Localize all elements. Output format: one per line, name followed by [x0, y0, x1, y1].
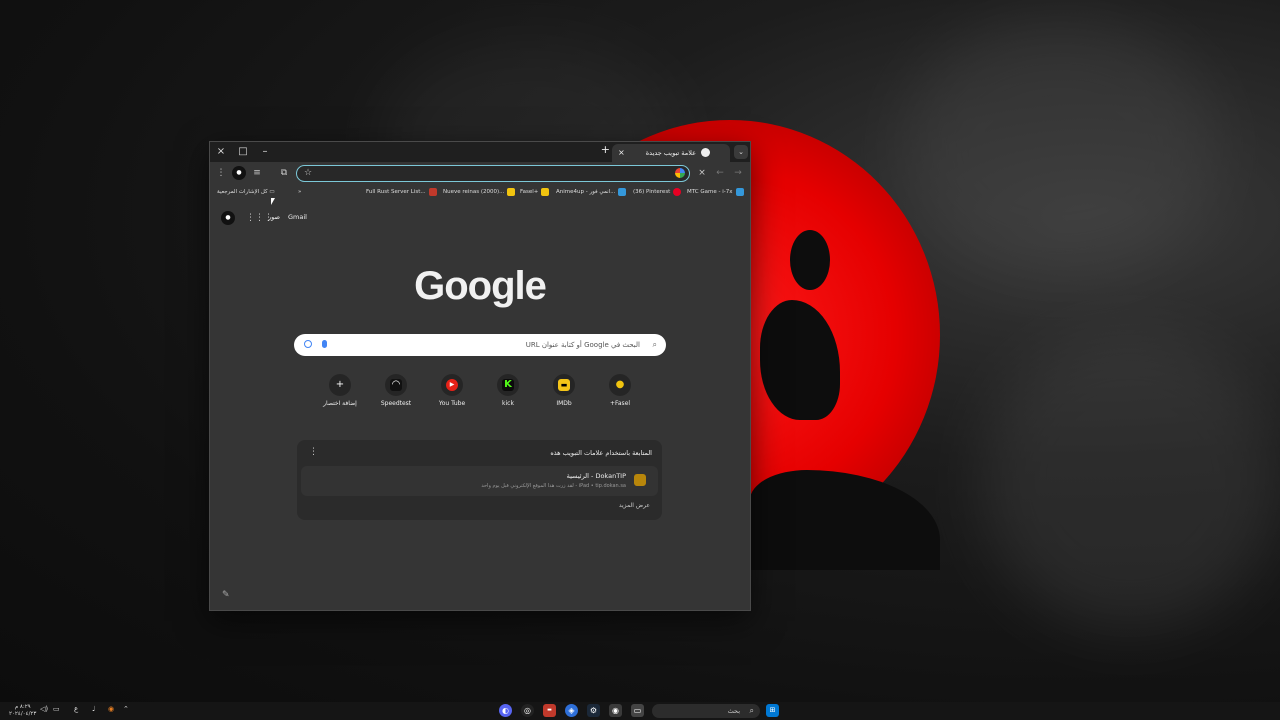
discord-icon[interactable]: ◐ [499, 704, 512, 717]
all-bookmarks-button[interactable]: ▭ كل الإشارات المرجعية [217, 187, 275, 197]
chrome-active-icon[interactable]: ◉ [609, 704, 622, 717]
chrome-taskbar-icon[interactable]: ◎ [521, 704, 534, 717]
folder-icon: ▭ [269, 189, 275, 195]
shortcut-fasel[interactable]: ● Fasel+ [594, 374, 646, 407]
clock-time: ٨:٢٩ م [14, 704, 31, 710]
new-tab-button[interactable]: + [601, 143, 610, 156]
shortcuts-row: + إضافة اختصار ◠ Speedtest ▶ You Tube K … [210, 374, 750, 422]
extensions-icon[interactable]: ⧉ [277, 166, 291, 180]
steam-icon[interactable]: ⚙ [587, 704, 600, 717]
recent-tab-title: DokanTIP - الرئيسية [566, 472, 626, 480]
recent-tab-subtitle: iPad • tip.dokan.sa - لقد زرت هذا الموقع… [481, 483, 626, 489]
bookmark-star-icon[interactable]: ☆ [304, 166, 312, 181]
fasel-icon: ● [615, 379, 625, 390]
lens-icon[interactable] [304, 340, 312, 348]
recent-tab-item[interactable]: DokanTIP - الرئيسية iPad • tip.dokan.sa … [301, 466, 658, 496]
windows-start-icon[interactable]: ⊞ [766, 704, 779, 717]
shortcut-kick[interactable]: K kick [482, 374, 534, 407]
task-view-icon[interactable]: ▭ [631, 704, 644, 717]
chrome-icon [701, 148, 710, 157]
menu-icon[interactable]: ⋮ [214, 166, 228, 180]
minimize-button[interactable]: – [254, 142, 276, 162]
maximize-button[interactable]: □ [232, 142, 254, 162]
app-icon[interactable]: ◈ [565, 704, 578, 717]
card-menu-icon[interactable]: ⋮ [309, 447, 318, 457]
mic-tray-icon[interactable]: ♩ [92, 705, 95, 713]
browser-window: × □ – + × علامة تبويب جديدة ⌄ ⋮ ● ≡ ⧉ ☆ … [209, 141, 751, 611]
gmail-link[interactable]: Gmail [288, 213, 307, 221]
profile-icon[interactable]: ● [232, 166, 246, 180]
bookmark-favicon-icon [507, 187, 516, 196]
tab-new-tab[interactable]: × علامة تبويب جديدة [612, 144, 730, 162]
shortcut-label: Fasel+ [609, 400, 631, 407]
shortcut-speedtest[interactable]: ◠ Speedtest [370, 374, 422, 407]
network-icon[interactable]: ▭ [53, 705, 60, 713]
customize-pencil-icon[interactable]: ✎ [222, 590, 230, 600]
microphone-icon[interactable] [322, 340, 327, 348]
language-indicator[interactable]: ع [74, 705, 78, 713]
close-icon[interactable]: × [695, 166, 709, 180]
forward-icon[interactable]: → [731, 166, 745, 180]
bookmark-item[interactable]: Fasel+ [520, 187, 550, 197]
bookmarks-bar: ▭ كل الإشارات المرجعية » Full Rust Serve… [210, 184, 750, 200]
google-lens-icon[interactable] [675, 168, 685, 178]
taskbar-search[interactable]: بحث ⌕ [652, 704, 760, 718]
show-more-link[interactable]: عرض المزيد [619, 502, 650, 509]
bookmark-favicon-icon [428, 187, 437, 196]
shortcut-add[interactable]: + إضافة اختصار [314, 374, 366, 407]
sidebar-icon[interactable]: ≡ [250, 166, 264, 180]
shortcut-label: إضافة اختصار [323, 400, 357, 407]
show-hidden-icons[interactable]: ⌃ [123, 705, 129, 713]
tab-close-icon[interactable]: × [618, 144, 625, 162]
taskbar-search-label: بحث [727, 707, 740, 715]
bookmark-favicon-icon [541, 187, 550, 196]
search-icon: ⌕ [749, 706, 754, 715]
kick-icon: K [502, 379, 514, 391]
bookmark-favicon-icon [673, 187, 682, 196]
plus-icon: + [335, 379, 345, 390]
volume-icon[interactable]: ◁) [40, 705, 48, 713]
search-icon: ⌕ [652, 340, 657, 349]
shortcut-label: You Tube [438, 400, 466, 407]
taskbar: ٨:٢٩ م ٢٠٢٤/٠٤/٢٣ ◁) ▭ ع ♩ ◉ ⌃ ◐ ◎ ▬ ◈ ⚙… [0, 702, 1280, 720]
card-heading: المتابعة باستخدام علامات التبويب هذه [550, 449, 652, 457]
bookmark-favicon-icon [618, 187, 627, 196]
images-link[interactable]: صور [268, 213, 280, 221]
google-logo: Google [414, 264, 547, 308]
back-icon[interactable]: ← [713, 166, 727, 180]
app-icon[interactable]: ▬ [543, 704, 556, 717]
system-clock[interactable]: ٨:٢٩ م ٢٠٢٤/٠٤/٢٣ [9, 704, 36, 718]
all-bookmarks-label: كل الإشارات المرجعية [217, 189, 268, 195]
bookmark-item[interactable]: (36) Pinterest [633, 187, 682, 197]
search-placeholder[interactable]: البحث في Google أو كتابة عنوان URL [526, 334, 640, 356]
new-tab-page: ● ⋮⋮⋮ صور Gmail Google البحث في Google أ… [210, 200, 750, 610]
bookmarks-more-button[interactable]: » [298, 187, 301, 197]
youtube-icon: ▶ [446, 379, 458, 391]
speedtest-icon: ◠ [390, 379, 402, 391]
omnibox[interactable]: ☆ [296, 165, 690, 182]
search-box[interactable]: البحث في Google أو كتابة عنوان URL ⌕ [294, 334, 666, 356]
toolbar: ⋮ ● ≡ ⧉ ☆ × ← → [210, 162, 750, 184]
imdb-icon: ▬ [558, 379, 570, 391]
site-favicon-icon [634, 474, 646, 486]
shortcut-label: IMDb [556, 400, 572, 407]
shortcut-label: kick [502, 400, 514, 407]
bookmark-item[interactable]: MTC Game - i-7x [687, 187, 744, 197]
shortcut-imdb[interactable]: ▬ IMDb [538, 374, 590, 407]
bookmark-item[interactable]: Nueve reinas (2000)... [443, 187, 516, 197]
tab-title: علامة تبويب جديدة [645, 149, 696, 157]
title-bar: × □ – + × علامة تبويب جديدة ⌄ [210, 142, 750, 162]
clock-date: ٢٠٢٤/٠٤/٢٣ [9, 711, 37, 717]
bookmark-item[interactable]: Anime4up - انمي فور... [556, 187, 627, 197]
account-avatar[interactable]: ● [221, 211, 235, 225]
close-window-button[interactable]: × [210, 142, 232, 162]
tray-app-icon[interactable]: ◉ [108, 705, 114, 713]
bookmark-item[interactable]: Full Rust Server List... [366, 187, 437, 197]
tab-search-icon[interactable]: ⌄ [734, 145, 748, 159]
bookmark-favicon-icon [735, 187, 744, 196]
mouse-cursor [271, 198, 275, 205]
continue-tabs-card: ⋮ المتابعة باستخدام علامات التبويب هذه D… [297, 440, 662, 520]
shortcut-youtube[interactable]: ▶ You Tube [426, 374, 478, 407]
shortcut-label: Speedtest [380, 400, 412, 407]
